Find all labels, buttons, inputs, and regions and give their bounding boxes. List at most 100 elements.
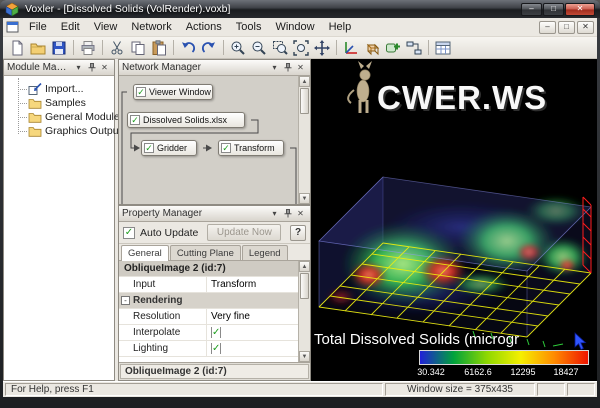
property-manager-panel: Property Manager ▾ ✕ ✓ Auto Update Updat…: [118, 205, 311, 381]
property-row-interpolate[interactable]: Interpolate ✓: [119, 325, 310, 341]
property-value[interactable]: Transform: [207, 279, 297, 290]
app-icon: [5, 3, 19, 16]
paste-icon[interactable]: [149, 39, 169, 57]
open-file-icon[interactable]: [28, 39, 48, 57]
print-icon[interactable]: [78, 39, 98, 57]
tree-item-label: Samples: [45, 97, 86, 109]
zoom-out-icon[interactable]: [249, 39, 269, 57]
menu-network[interactable]: Network: [124, 19, 178, 35]
menu-edit[interactable]: Edit: [54, 19, 87, 35]
property-section-rendering[interactable]: - Rendering: [119, 293, 310, 309]
collapse-icon[interactable]: -: [121, 296, 130, 305]
mdi-restore-button[interactable]: □: [558, 21, 575, 34]
checkbox-checked-icon[interactable]: ✓: [211, 327, 221, 338]
scroll-down-button[interactable]: ▼: [299, 193, 310, 204]
tab-legend[interactable]: Legend: [242, 245, 288, 260]
checkbox-checked-icon[interactable]: ✓: [221, 143, 231, 153]
mdi-close-button[interactable]: ✕: [577, 21, 594, 34]
node-gridder[interactable]: ✓ Gridder: [141, 140, 197, 156]
menu-view[interactable]: View: [87, 19, 125, 35]
zoom-in-icon[interactable]: [228, 39, 248, 57]
checkbox-checked-icon[interactable]: ✓: [130, 115, 140, 125]
menu-actions[interactable]: Actions: [179, 19, 229, 35]
node-label: Viewer Window: [149, 87, 211, 97]
document-icon[interactable]: [6, 21, 20, 34]
scroll-up-button[interactable]: ▲: [299, 261, 310, 272]
toolbar-separator: [336, 40, 337, 55]
module-tree[interactable]: Import... Samples General Modules Graphi…: [4, 76, 114, 380]
axes-icon[interactable]: [341, 39, 361, 57]
network-canvas[interactable]: ✓ Viewer Window ✓ Dissolved Solids.xlsx …: [119, 76, 310, 204]
scroll-thumb[interactable]: [300, 88, 309, 114]
module-manager-header[interactable]: Module Manager ▾ ✕: [4, 60, 114, 76]
scroll-down-button[interactable]: ▼: [299, 351, 310, 362]
property-object-row[interactable]: ObliqueImage 2 (id:7): [119, 261, 310, 277]
title-bar[interactable]: Voxler - [Dissolved Solids (VolRender).v…: [0, 0, 600, 18]
tree-item-samples[interactable]: Samples: [4, 96, 114, 110]
save-icon[interactable]: [49, 39, 69, 57]
checkbox-checked-icon[interactable]: ✓: [144, 143, 154, 153]
import-icon: [28, 83, 42, 95]
close-icon[interactable]: ✕: [294, 62, 307, 74]
tree-item-general-modules[interactable]: General Modules: [4, 110, 114, 124]
property-grid[interactable]: ObliqueImage 2 (id:7) Input Transform - …: [119, 261, 310, 362]
undo-icon[interactable]: [178, 39, 198, 57]
menu-file[interactable]: File: [22, 19, 54, 35]
node-dissolved-solids[interactable]: ✓ Dissolved Solids.xlsx: [127, 112, 245, 128]
bounding-box-icon[interactable]: [362, 39, 382, 57]
folder-icon: [28, 97, 42, 109]
property-row-resolution[interactable]: Resolution Very fine: [119, 309, 310, 325]
maximize-button[interactable]: □: [543, 3, 564, 16]
copy-icon[interactable]: [128, 39, 148, 57]
add-module-icon[interactable]: [383, 39, 403, 57]
panel-menu-icon[interactable]: ▾: [268, 208, 281, 220]
auto-update-checkbox[interactable]: ✓: [123, 227, 135, 239]
voxler-window: Voxler - [Dissolved Solids (VolRender).v…: [0, 0, 600, 408]
legend-colorbar: [419, 350, 589, 365]
menu-window[interactable]: Window: [268, 19, 321, 35]
tree-item-graphics-output[interactable]: Graphics Output: [4, 124, 114, 138]
property-value: ✓: [207, 343, 297, 354]
mdi-minimize-button[interactable]: –: [539, 21, 556, 34]
cut-icon[interactable]: [107, 39, 127, 57]
redo-icon[interactable]: [199, 39, 219, 57]
view-worksheet-icon[interactable]: [433, 39, 453, 57]
close-icon[interactable]: ✕: [294, 208, 307, 220]
view-network-icon[interactable]: [404, 39, 424, 57]
panel-menu-icon[interactable]: ▾: [268, 62, 281, 74]
zoom-all-icon[interactable]: [291, 39, 311, 57]
menu-tools[interactable]: Tools: [229, 19, 269, 35]
zoom-box-icon[interactable]: [270, 39, 290, 57]
close-icon[interactable]: ✕: [98, 62, 111, 74]
pin-icon[interactable]: [281, 208, 294, 220]
node-transform[interactable]: ✓ Transform: [218, 140, 284, 156]
checkbox-checked-icon[interactable]: ✓: [136, 87, 146, 97]
network-scrollbar[interactable]: ▲ ▼: [298, 76, 310, 204]
property-manager-header[interactable]: Property Manager ▾ ✕: [119, 206, 310, 222]
property-row-input[interactable]: Input Transform: [119, 277, 310, 293]
property-value: ✓: [207, 327, 297, 338]
property-name: Resolution: [119, 309, 207, 324]
property-scrollbar[interactable]: ▲ ▼: [298, 261, 310, 362]
checkbox-checked-icon[interactable]: ✓: [211, 343, 221, 354]
pan-icon[interactable]: [312, 39, 332, 57]
scroll-up-button[interactable]: ▲: [299, 76, 310, 87]
property-value[interactable]: Very fine: [207, 311, 297, 322]
help-button[interactable]: ?: [290, 225, 306, 241]
scroll-thumb[interactable]: [300, 273, 309, 299]
minimize-button[interactable]: –: [521, 3, 542, 16]
node-viewer-window[interactable]: ✓ Viewer Window: [133, 84, 213, 100]
tree-item-import[interactable]: Import...: [4, 82, 114, 96]
new-file-icon[interactable]: [7, 39, 27, 57]
menu-help[interactable]: Help: [322, 19, 359, 35]
tab-general[interactable]: General: [121, 245, 169, 261]
viewer-window-3d[interactable]: CWER.WS CWER.WS: [311, 59, 597, 381]
tab-cutting-plane[interactable]: Cutting Plane: [170, 245, 241, 260]
panel-menu-icon[interactable]: ▾: [72, 62, 85, 74]
pin-icon[interactable]: [85, 62, 98, 74]
update-now-button[interactable]: Update Now: [207, 224, 281, 241]
property-row-lighting[interactable]: Lighting ✓: [119, 341, 310, 357]
close-button[interactable]: ✕: [565, 3, 595, 16]
pin-icon[interactable]: [281, 62, 294, 74]
network-manager-header[interactable]: Network Manager ▾ ✕: [119, 60, 310, 76]
